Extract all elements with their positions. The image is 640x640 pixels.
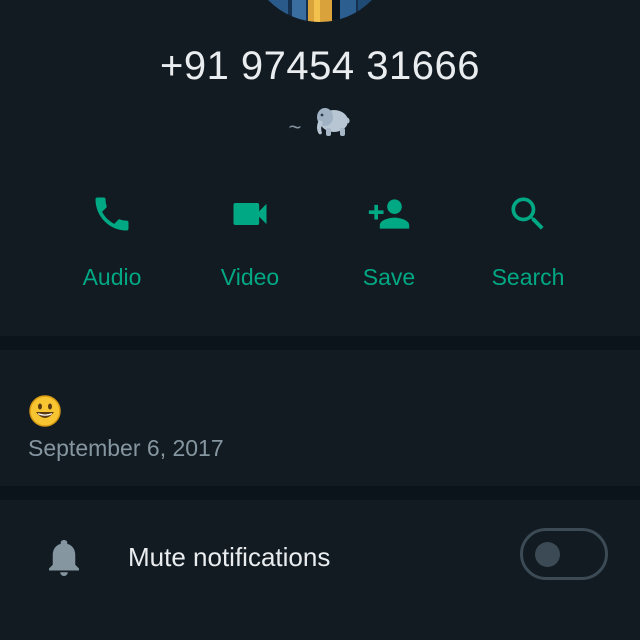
mute-notifications-toggle[interactable] bbox=[520, 528, 608, 580]
section-divider-2 bbox=[0, 486, 640, 500]
contact-actions-bar: Audio Video Save Search bbox=[0, 182, 640, 302]
search-label: Search bbox=[491, 264, 565, 290]
about-prefix: ~ bbox=[288, 114, 302, 140]
toggle-knob bbox=[535, 542, 560, 567]
video-label: Video bbox=[220, 264, 280, 290]
contact-avatar[interactable] bbox=[248, 0, 392, 22]
search-chat-button[interactable]: Search bbox=[468, 182, 588, 302]
phone-icon bbox=[95, 197, 129, 231]
bell-icon bbox=[49, 540, 79, 576]
contact-info-screen: +91 97454 31666 ~ Audio Video Save Searc… bbox=[0, 0, 640, 640]
save-label: Save bbox=[362, 264, 416, 290]
status-date: September 6, 2017 bbox=[28, 435, 224, 461]
search-icon bbox=[511, 197, 544, 230]
mute-notifications-row[interactable]: Mute notifications bbox=[0, 500, 640, 616]
mute-notifications-label: Mute notifications bbox=[128, 542, 331, 572]
elephant-emoji-icon bbox=[313, 104, 351, 151]
video-call-button[interactable]: Video bbox=[190, 182, 310, 302]
save-contact-button[interactable]: Save bbox=[329, 182, 449, 302]
contact-about: ~ bbox=[0, 104, 640, 151]
section-divider bbox=[0, 336, 640, 350]
video-camera-icon bbox=[233, 203, 267, 225]
audio-label: Audio bbox=[82, 264, 142, 290]
contact-phone-number: +91 97454 31666 bbox=[159, 44, 481, 88]
add-person-icon bbox=[368, 199, 410, 229]
audio-call-button[interactable]: Audio bbox=[52, 182, 172, 302]
smiley-emoji-icon bbox=[28, 394, 62, 428]
